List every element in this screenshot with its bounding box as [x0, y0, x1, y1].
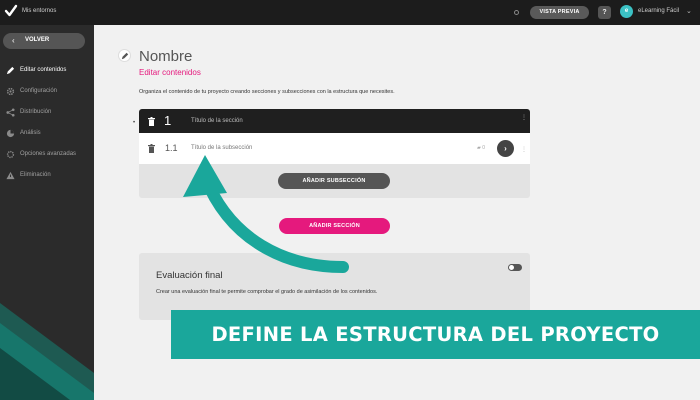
open-subsection-button[interactable]: › — [497, 140, 514, 157]
preview-button[interactable]: VISTA PREVIA — [530, 6, 589, 19]
sidebar-item-label: Eliminación — [20, 172, 51, 178]
caption-text: DEFINE LA ESTRUCTURA DEL PROYECTO — [211, 323, 660, 346]
sidebar-item-label: Opciones avanzadas — [20, 151, 77, 157]
status-dot-icon — [514, 10, 519, 15]
page-subtitle: Editar contenidos — [139, 68, 201, 77]
sidebar-item-label: Análisis — [20, 130, 41, 136]
sidebar-item-analisis[interactable]: Análisis — [6, 128, 92, 142]
page-description: Organiza el contenido de tu proyecto cre… — [139, 89, 395, 95]
sidebar-item-distribucion[interactable]: Distribución — [6, 107, 92, 121]
back-label: VOLVER — [25, 37, 50, 43]
trash-icon[interactable] — [148, 144, 155, 153]
gear-icon — [6, 87, 15, 96]
drag-handle-icon[interactable]: • — [133, 120, 135, 126]
chevron-down-icon[interactable]: ⌄ — [686, 7, 692, 15]
final-evaluation-description: Crear una evaluación final te permite co… — [156, 289, 378, 295]
section-row[interactable]: 1 Título de la sección ⋮ — [139, 109, 530, 133]
chevron-left-icon: ‹ — [12, 36, 15, 45]
final-evaluation-toggle[interactable] — [508, 264, 522, 271]
section-title[interactable]: Título de la sección — [191, 118, 243, 124]
avatar[interactable]: e — [620, 5, 633, 18]
pencil-icon — [6, 66, 15, 75]
share-icon — [6, 108, 15, 117]
logo-icon[interactable] — [4, 4, 18, 18]
sidebar-item-configuracion[interactable]: Configuración — [6, 86, 92, 100]
more-icon[interactable]: ⋮ — [521, 115, 527, 121]
sidebar: ‹ VOLVER Editar contenidos Configuración… — [0, 25, 94, 400]
more-icon[interactable]: ⋮ — [521, 146, 527, 153]
gears-icon — [6, 150, 15, 159]
help-button[interactable]: ? — [598, 6, 611, 19]
project-name[interactable]: Nombre — [139, 48, 192, 65]
pie-chart-icon — [6, 129, 15, 138]
sidebar-item-opciones-avanzadas[interactable]: Opciones avanzadas — [6, 149, 92, 163]
content-count-value: 0 — [482, 145, 486, 151]
subsection-title[interactable]: Título de la subsección — [191, 145, 252, 151]
trash-icon[interactable] — [148, 117, 155, 126]
user-name[interactable]: eLearning Fácil — [638, 8, 679, 14]
sidebar-item-label: Distribución — [20, 109, 52, 115]
warning-icon — [6, 171, 15, 180]
pencil-icon — [121, 52, 129, 60]
top-bar: Mis entornos VISTA PREVIA ? e eLearning … — [0, 0, 700, 25]
sidebar-item-label: Editar contenidos — [20, 67, 67, 73]
caption-banner: DEFINE LA ESTRUCTURA DEL PROYECTO — [171, 310, 700, 359]
sidebar-item-label: Configuración — [20, 88, 58, 94]
subsection-number: 1.1 — [165, 143, 178, 153]
annotation-arrow — [183, 155, 349, 273]
decorative-stripes — [0, 303, 94, 400]
sidebar-item-eliminacion[interactable]: Eliminación — [6, 170, 92, 184]
sidebar-item-editar-contenidos[interactable]: Editar contenidos — [6, 65, 92, 79]
edit-name-button[interactable] — [118, 49, 131, 62]
back-button[interactable]: ‹ VOLVER — [3, 33, 85, 49]
content-count: ▰ 0 — [477, 145, 486, 151]
section-number: 1 — [164, 113, 172, 128]
environment-selector[interactable]: Mis entornos — [22, 8, 56, 14]
